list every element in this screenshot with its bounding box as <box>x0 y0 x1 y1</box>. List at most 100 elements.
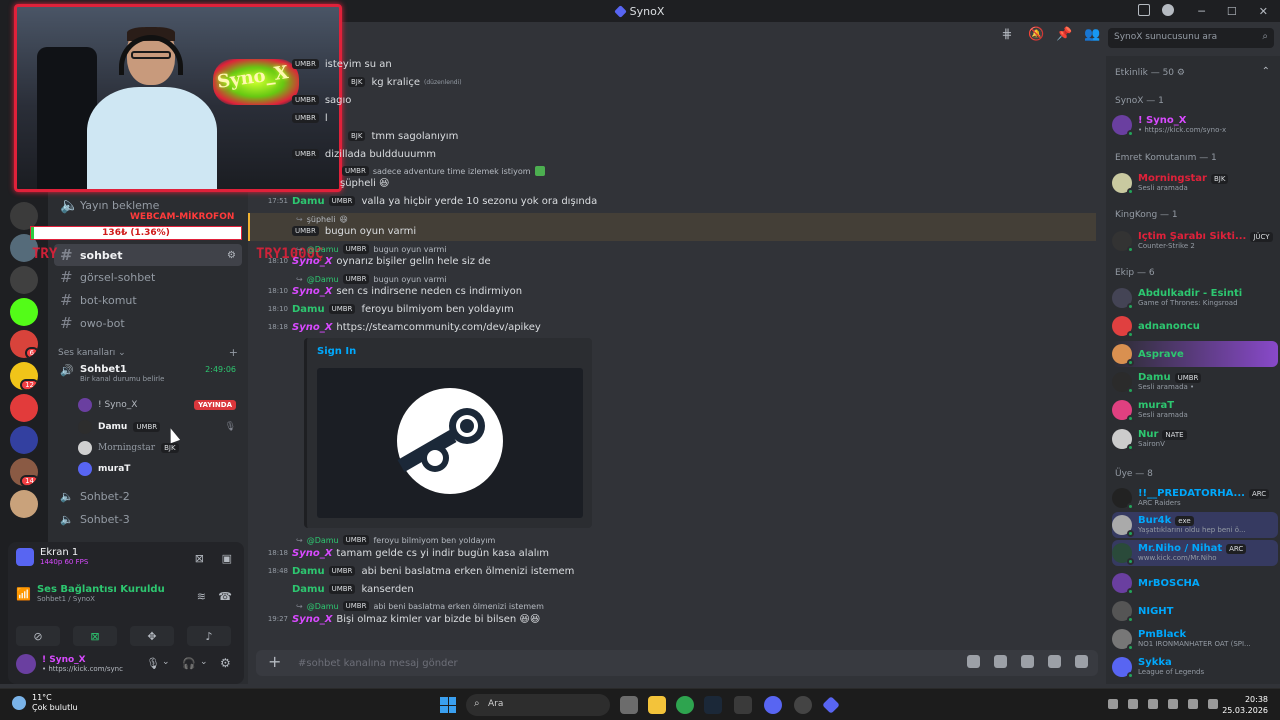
chrome-icon[interactable] <box>676 696 694 714</box>
tray-app-icon[interactable] <box>1168 699 1178 709</box>
member-item[interactable]: Abdulkadir - Esinti Game of Thrones: King… <box>1112 285 1278 311</box>
members-icon[interactable]: 👥 <box>1084 28 1100 42</box>
taskbar-clock[interactable]: 20:38 25.03.2026 <box>1222 694 1268 716</box>
channel-owo-bot[interactable]: # owo-bot <box>54 312 242 334</box>
server-icon-server-8[interactable] <box>10 426 38 454</box>
voice-user-morningstar[interactable]: Morningstar BJK <box>78 438 242 458</box>
file-explorer-icon[interactable] <box>648 696 666 714</box>
server-icon-server-10[interactable] <box>10 490 38 518</box>
taskbar-search[interactable]: ⌕ Ara <box>466 694 610 716</box>
voice-channel-sohbet2[interactable]: 🔈 Sohbet-2 <box>54 485 242 507</box>
headphones-icon[interactable]: 🎧 <box>182 657 196 670</box>
author-name[interactable]: Damu <box>292 584 325 595</box>
collapse-chevron-icon[interactable]: ⌃ <box>1262 66 1270 77</box>
screen-share-button[interactable]: ⊠ <box>73 626 117 646</box>
message[interactable]: 19:27 Syno_X Bişi olmaz kimler var bizde… <box>248 610 540 628</box>
message[interactable]: BJK tmm sagolanıyım <box>348 127 458 145</box>
author-name[interactable]: Syno_X <box>292 548 332 559</box>
attach-plus-icon[interactable]: + <box>268 654 284 670</box>
server-icon-server-6[interactable]: 12 <box>10 362 38 390</box>
message[interactable]: UMBR dizillada buldduuumm <box>292 145 436 163</box>
author-name[interactable]: Damu <box>292 566 325 577</box>
member-item[interactable]: !!__PREDATORHA... ARC ARC Raiders <box>1112 485 1278 511</box>
user-info[interactable]: ! Syno_X • https://kick.com/sync <box>16 654 123 674</box>
author-name[interactable]: Syno_X <box>292 286 332 297</box>
minimize-button[interactable]: ─ <box>1198 5 1205 18</box>
chevron-down-icon[interactable]: ⌄ <box>162 657 170 667</box>
member-item[interactable]: MrBOSCHA <box>1112 570 1278 596</box>
chevron-down-icon[interactable]: ⌄ <box>200 657 208 667</box>
message[interactable]: UMBR l <box>292 109 328 127</box>
camera-button[interactable]: ⊘ <box>16 626 60 646</box>
member-item[interactable]: Morningstar BJK Sesli aramada <box>1112 170 1278 196</box>
wifi-icon[interactable] <box>1188 699 1198 709</box>
message[interactable]: 18:10 Syno_X sen cs indirsene neden cs i… <box>248 282 522 300</box>
message[interactable]: 18:18 Syno_X https://steamcommunity.com/… <box>248 318 541 336</box>
message[interactable]: 17:51 Damu UMBR valla ya hiçbir yerde 10… <box>248 192 597 210</box>
app-icon[interactable] <box>794 696 812 714</box>
tray-app-icon[interactable] <box>1128 699 1138 709</box>
channel-gorsel-sohbet[interactable]: # görsel-sohbet <box>54 266 242 288</box>
gift-icon[interactable] <box>967 655 980 668</box>
member-item[interactable]: Damu UMBR Sesli aramada • <box>1112 369 1278 395</box>
emoji-icon[interactable] <box>1048 655 1061 668</box>
voice-section-header[interactable]: Ses kanalları ⌄ <box>58 348 126 358</box>
voice-channel-sohbet3[interactable]: 🔈 Sohbet-3 <box>54 508 242 530</box>
apps-icon[interactable] <box>1075 655 1088 668</box>
server-icon-server-5[interactable]: 6 <box>10 330 38 358</box>
threads-icon[interactable]: ⋕ <box>1000 28 1014 42</box>
message[interactable]: 18:48 Damu UMBR abi beni baslatma erken … <box>248 562 575 580</box>
member-item[interactable]: muraT Sesli aramada <box>1112 397 1278 423</box>
disconnect-icon[interactable]: ☎ <box>218 590 232 603</box>
gif-icon[interactable] <box>994 655 1007 668</box>
voice-channel-sohbet1[interactable]: 🔊 Sohbet1 Bir kanal durumu belirle 2:49:… <box>54 362 242 392</box>
voice-user-murat[interactable]: muraT <box>78 459 242 479</box>
message[interactable]: şüpheli 😆 <box>340 174 389 192</box>
voice-channel-status[interactable]: Bir kanal durumu belirle <box>80 375 164 383</box>
activities-button[interactable]: ✥ <box>130 626 174 646</box>
author-name[interactable]: Damu <box>292 196 325 207</box>
message[interactable]: 18:10 Syno_X oynarız bişiler gelin hele … <box>248 252 491 270</box>
soundboard-button[interactable]: ♪ <box>187 626 231 646</box>
member-item[interactable]: Mr.Niho / Nihat ARC www.kick.com/Mr.Niho <box>1112 540 1278 566</box>
author-name[interactable]: Damu <box>292 304 325 315</box>
noise-suppression-icon[interactable]: ≋ <box>197 590 206 603</box>
voice-user-damu[interactable]: Damu UMBR 🎙 <box>78 417 242 437</box>
server-icon-server-7[interactable] <box>10 394 38 422</box>
message[interactable]: UMBR sagıo <box>292 91 351 109</box>
sticker-icon[interactable] <box>1021 655 1034 668</box>
message[interactable]: Damu UMBR kanserden <box>248 580 414 598</box>
member-item[interactable]: Sykka League of Legends <box>1112 654 1278 680</box>
member-item[interactable]: Asprave <box>1112 341 1278 367</box>
weather-widget[interactable]: 11°C Çok bulutlu <box>12 693 78 713</box>
message[interactable]: 18:10 Damu UMBR feroyu bilmiyom ben yold… <box>248 300 514 318</box>
start-button[interactable] <box>440 697 456 713</box>
stop-stream-icon[interactable]: ⊠ <box>195 552 204 565</box>
author-name[interactable]: Syno_X <box>292 614 332 625</box>
app-icon[interactable] <box>734 696 752 714</box>
voice-user-syno[interactable]: ! Syno_X YAYINDA <box>78 395 242 415</box>
synox-icon[interactable] <box>822 696 840 714</box>
close-button[interactable]: ✕ <box>1259 5 1268 18</box>
message[interactable]: UMBR isteyim su an <box>292 55 392 73</box>
steam-icon[interactable] <box>704 696 722 714</box>
server-icon-server-3[interactable] <box>10 266 38 294</box>
embed-title[interactable]: Sign In <box>317 346 356 357</box>
tray-app-icon[interactable] <box>1148 699 1158 709</box>
message[interactable]: BJK kg kraliçe (düzenlendi) <box>348 73 462 91</box>
notifications-muted-icon[interactable]: 🔕 <box>1028 28 1044 42</box>
help-icon[interactable] <box>1162 4 1174 16</box>
server-icon-server-9[interactable]: 14 <box>10 458 38 486</box>
discord-icon[interactable] <box>764 696 782 714</box>
author-name[interactable]: Syno_X <box>292 322 332 333</box>
server-icon-kick[interactable] <box>10 298 38 326</box>
microphone-icon[interactable]: 🎙 <box>146 657 160 670</box>
user-settings-icon[interactable]: ⚙ <box>220 656 231 670</box>
task-view-icon[interactable] <box>620 696 638 714</box>
popout-icon[interactable]: ▣ <box>222 552 232 565</box>
maximize-button[interactable]: ☐ <box>1227 5 1237 18</box>
message-composer[interactable]: + #sohbet kanalına mesaj gönder <box>256 650 1098 676</box>
inbox-icon[interactable] <box>1138 4 1150 16</box>
channel-bot-komut[interactable]: # bot-komut <box>54 289 242 311</box>
member-item[interactable]: Nur NATE SaironV <box>1112 426 1278 452</box>
